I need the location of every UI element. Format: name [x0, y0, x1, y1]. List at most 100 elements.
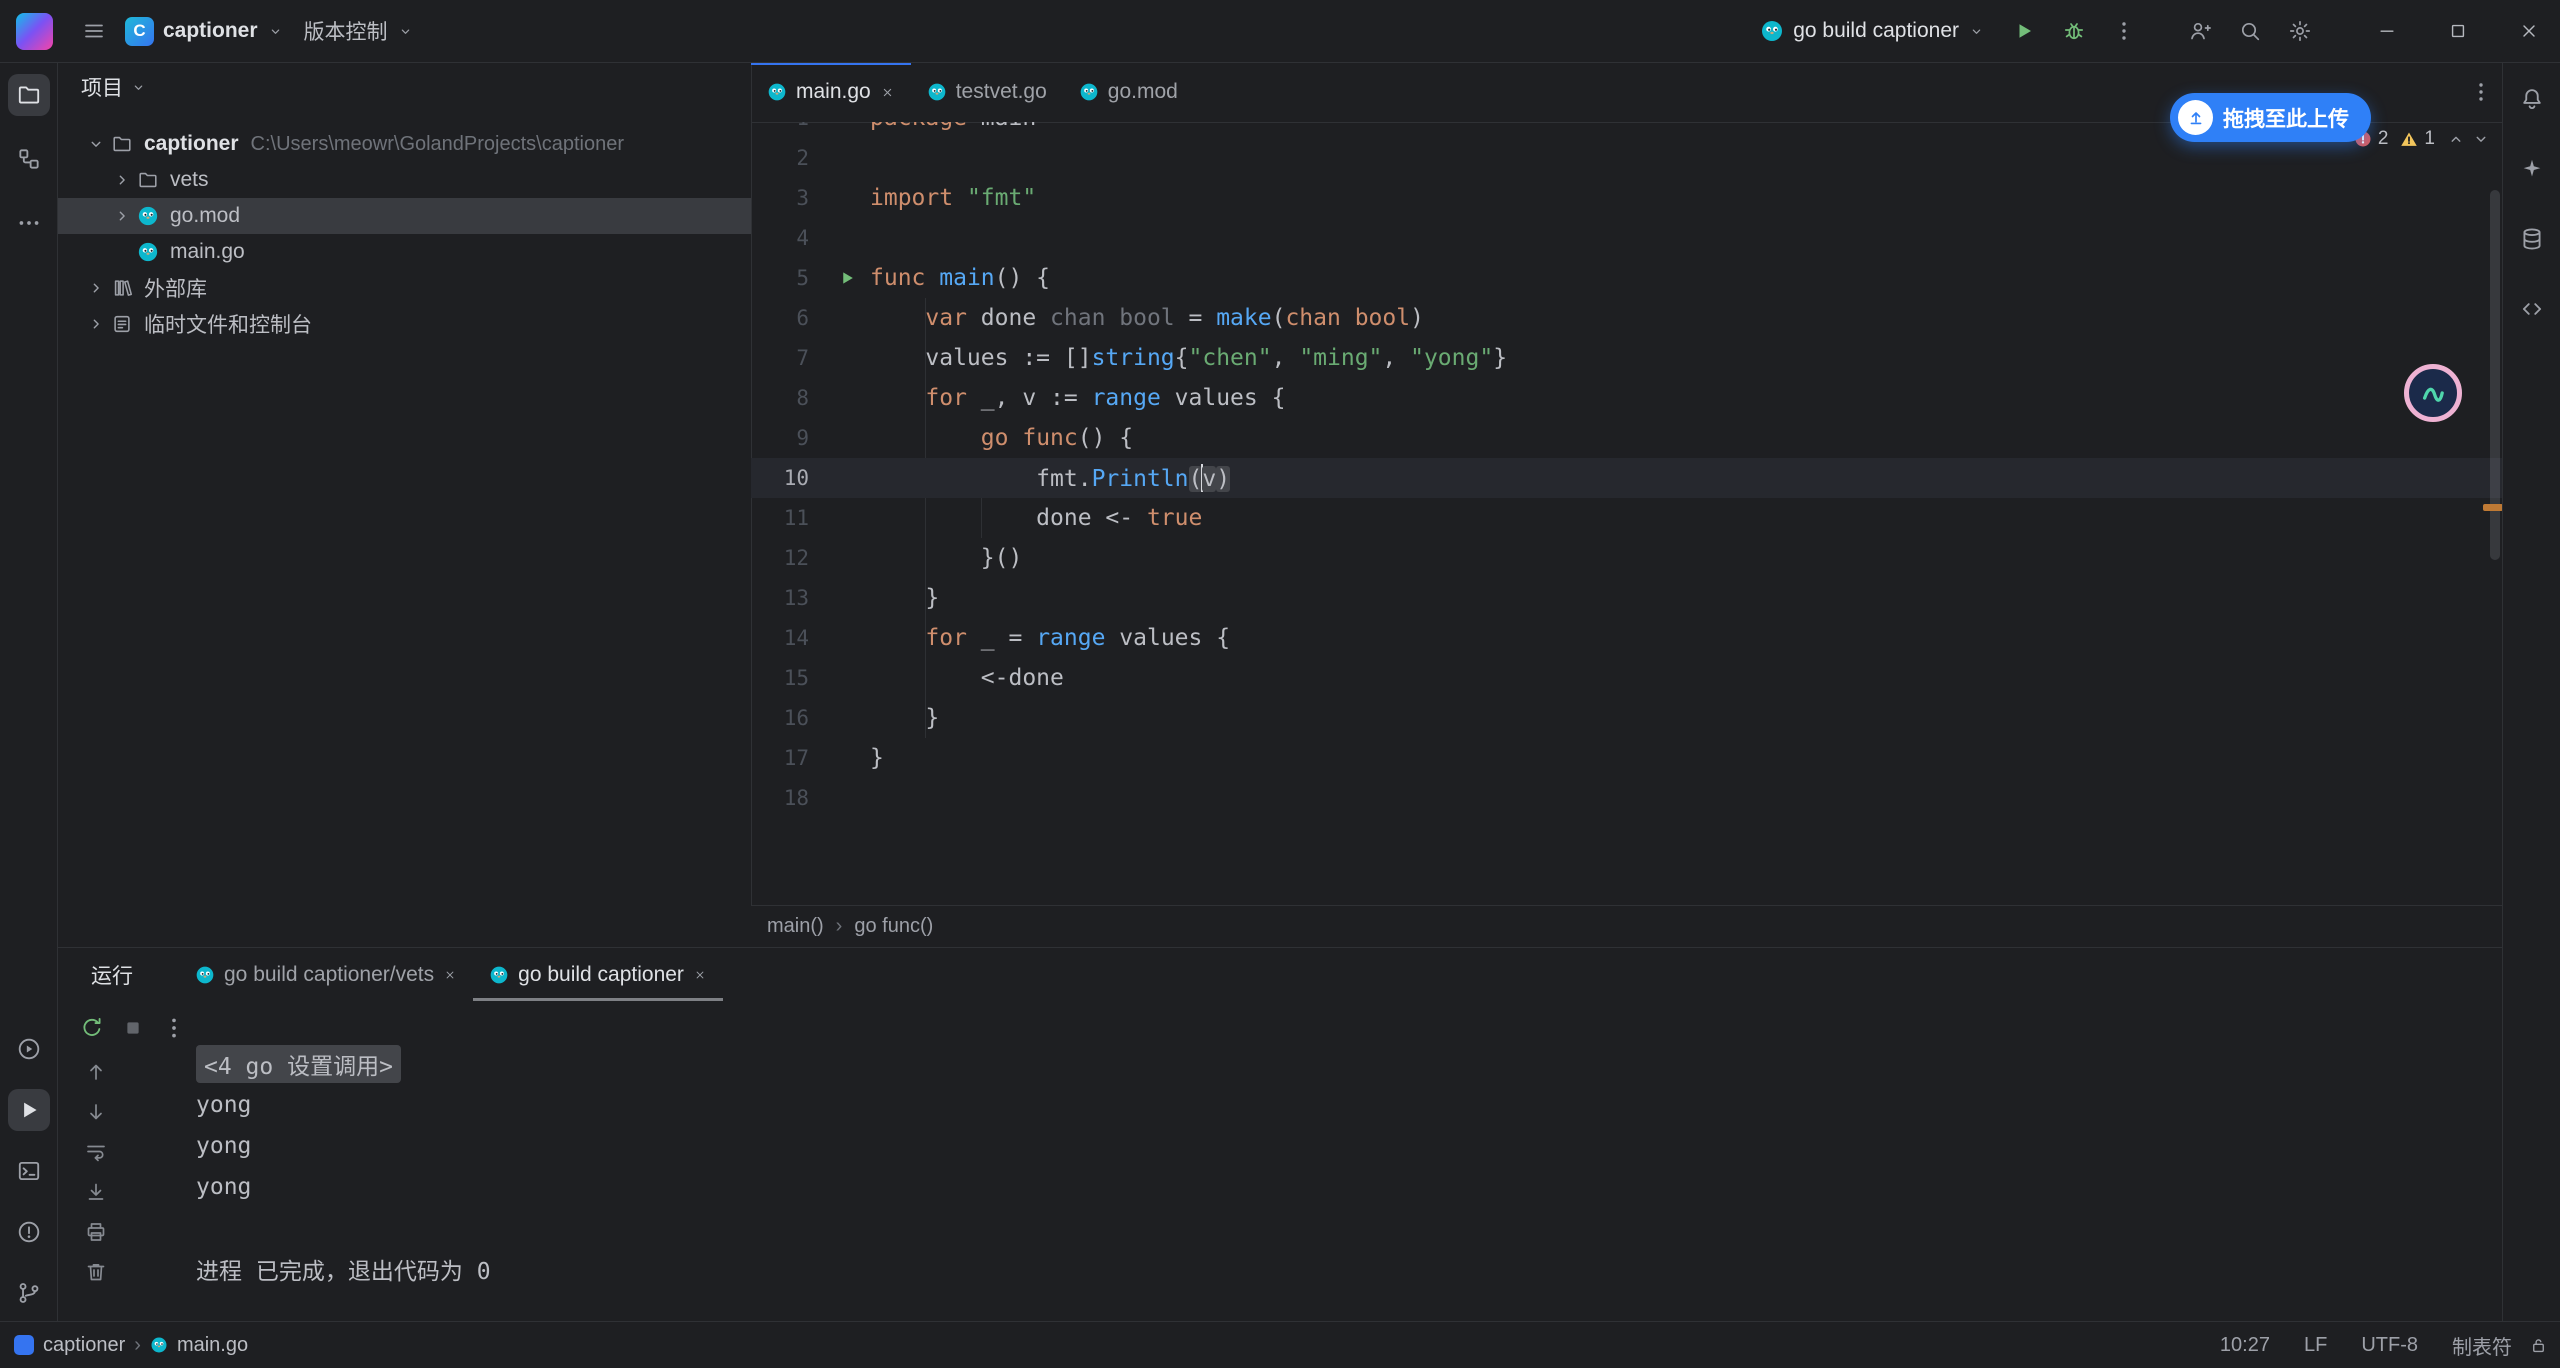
tool-stripe-endpoints-button[interactable] [2511, 288, 2553, 330]
close-tab-icon[interactable] [880, 85, 895, 100]
status-widget[interactable]: LF [2287, 1334, 2344, 1357]
line-number[interactable]: 14 [751, 626, 809, 650]
code-line-5[interactable]: 5func main() { [751, 258, 2503, 298]
next-problem-icon[interactable] [2471, 129, 2491, 149]
code-line-12[interactable]: 12 }() [751, 538, 2503, 578]
tool-stripe-run-button[interactable] [8, 1089, 50, 1131]
close-tab-icon[interactable] [693, 968, 707, 982]
line-number[interactable]: 1 [751, 122, 809, 130]
project-widget[interactable]: C captioner [115, 9, 294, 53]
prev-occurrence-icon[interactable] [84, 1060, 108, 1084]
stop-icon[interactable] [120, 1015, 146, 1041]
run-tab-go build captioner/vets[interactable]: go build captioner/vets [179, 948, 473, 1001]
tool-stripe-problems-button[interactable] [8, 1211, 50, 1253]
code-line-17[interactable]: 17} [751, 738, 2503, 778]
console-output[interactable]: ><4 go 设置调用>yongyongyong 进程 已完成，退出代码为 0 [196, 1043, 2485, 1316]
code-line-18[interactable]: 18 [751, 778, 2503, 818]
main-menu-icon[interactable] [73, 10, 115, 52]
chevron-right-icon[interactable] [109, 203, 135, 229]
line-number[interactable]: 10 [751, 466, 809, 490]
chevron-right-icon[interactable] [83, 275, 109, 301]
tool-stripe-project-button[interactable] [8, 74, 50, 116]
inspections-widget[interactable]: 2 1 [2353, 128, 2491, 150]
status-widget[interactable]: UTF-8 [2344, 1334, 2435, 1357]
line-number[interactable]: 9 [751, 426, 809, 450]
run-button[interactable] [2003, 10, 2045, 52]
line-number[interactable]: 11 [751, 506, 809, 530]
tree-item-external-libraries[interactable]: 外部库 [57, 270, 751, 306]
code-line-16[interactable]: 16 } [751, 698, 2503, 738]
editor-options-icon[interactable] [2469, 80, 2493, 104]
line-number[interactable]: 15 [751, 666, 809, 690]
scroll-to-end-icon[interactable] [84, 1180, 108, 1204]
run-gutter-icon[interactable] [809, 268, 870, 288]
editor-tab-testvet.go[interactable]: testvet.go [911, 62, 1063, 122]
code-line-4[interactable]: 4 [751, 218, 2503, 258]
line-number[interactable]: 12 [751, 546, 809, 570]
chevron-right-icon[interactable] [83, 311, 109, 337]
code-line-8[interactable]: 8 for _, v := range values { [751, 378, 2503, 418]
clear-all-icon[interactable] [84, 1260, 108, 1284]
search-everywhere-icon[interactable] [2229, 10, 2271, 52]
line-number[interactable]: 3 [751, 186, 809, 210]
tree-item-vets[interactable]: vets [57, 162, 751, 198]
tool-stripe-database-button[interactable] [2511, 218, 2553, 260]
line-number[interactable]: 17 [751, 746, 809, 770]
upload-overlay-button[interactable]: 拖拽至此上传 [2170, 93, 2371, 142]
maximize-button[interactable] [2426, 1, 2489, 62]
lock-icon[interactable] [2529, 1336, 2548, 1355]
status-widget[interactable]: 10:27 [2203, 1334, 2287, 1357]
breadcrumb-item[interactable]: main() [767, 915, 824, 938]
line-number[interactable]: 7 [751, 346, 809, 370]
minimize-button[interactable] [2355, 1, 2418, 62]
code-line-7[interactable]: 7 values := []string{"chen", "ming", "yo… [751, 338, 2503, 378]
code-line-2[interactable]: 2 [751, 138, 2503, 178]
code-line-9[interactable]: 9 go func() { [751, 418, 2503, 458]
project-panel-header[interactable]: 项目 [57, 62, 751, 112]
console-fold-chip[interactable]: <4 go 设置调用> [196, 1045, 401, 1083]
next-occurrence-icon[interactable] [84, 1100, 108, 1124]
tool-stripe-services-button[interactable] [8, 1028, 50, 1070]
close-window-button[interactable] [2497, 1, 2560, 62]
status-widget[interactable]: 制表符 [2435, 1331, 2529, 1360]
code-with-me-icon[interactable] [2179, 10, 2221, 52]
tool-stripe-terminal-button[interactable] [8, 1150, 50, 1192]
settings-icon[interactable] [2279, 10, 2321, 52]
code-line-14[interactable]: 14 for _ = range values { [751, 618, 2503, 658]
rerun-icon[interactable] [79, 1015, 105, 1041]
tool-stripe-version-control-button[interactable] [8, 1272, 50, 1314]
prev-problem-icon[interactable] [2446, 129, 2466, 149]
tool-stripe-structure-button[interactable] [8, 138, 50, 180]
line-number[interactable]: 8 [751, 386, 809, 410]
statusbar-breadcrumb[interactable]: captioner › main.go [14, 1334, 248, 1357]
debug-button[interactable] [2053, 10, 2095, 52]
line-number[interactable]: 18 [751, 786, 809, 810]
run-more-options-icon[interactable] [161, 1015, 187, 1041]
code-line-3[interactable]: 3import "fmt" [751, 178, 2503, 218]
line-number[interactable]: 4 [751, 226, 809, 250]
soft-wrap-icon[interactable] [84, 1140, 108, 1164]
scrollbar-warning-mark[interactable] [2483, 504, 2503, 511]
chevron-right-icon[interactable] [109, 167, 135, 193]
line-number[interactable]: 16 [751, 706, 809, 730]
line-number[interactable]: 2 [751, 146, 809, 170]
tree-item-gomod[interactable]: go.mod [57, 198, 751, 234]
tree-item-scratches[interactable]: 临时文件和控制台 [57, 306, 751, 342]
tree-item-maingo[interactable]: main.go [57, 234, 751, 270]
code-line-10[interactable]: 10 fmt.Println(v) [751, 458, 2503, 498]
vcs-widget[interactable]: 版本控制 [294, 9, 424, 53]
tree-item-root[interactable]: captionerC:\Users\meowr\GolandProjects\c… [57, 126, 751, 162]
more-actions-icon[interactable] [2103, 10, 2145, 52]
run-config-widget[interactable]: go build captioner [1750, 9, 1995, 53]
code-line-15[interactable]: 15 <-done [751, 658, 2503, 698]
close-tab-icon[interactable] [443, 968, 457, 982]
code-line-11[interactable]: 11 done <- true [751, 498, 2503, 538]
tool-stripe-notifications-button[interactable] [2511, 78, 2553, 120]
breadcrumb-item[interactable]: go func() [854, 915, 933, 938]
line-number[interactable]: 6 [751, 306, 809, 330]
tool-stripe-more-tools-button[interactable] [8, 202, 50, 244]
line-number[interactable]: 13 [751, 586, 809, 610]
run-tab-go build captioner[interactable]: go build captioner [473, 948, 723, 1001]
console-line[interactable]: ><4 go 设置调用> [196, 1043, 2485, 1084]
code-line-6[interactable]: 6 var done chan bool = make(chan bool) [751, 298, 2503, 338]
